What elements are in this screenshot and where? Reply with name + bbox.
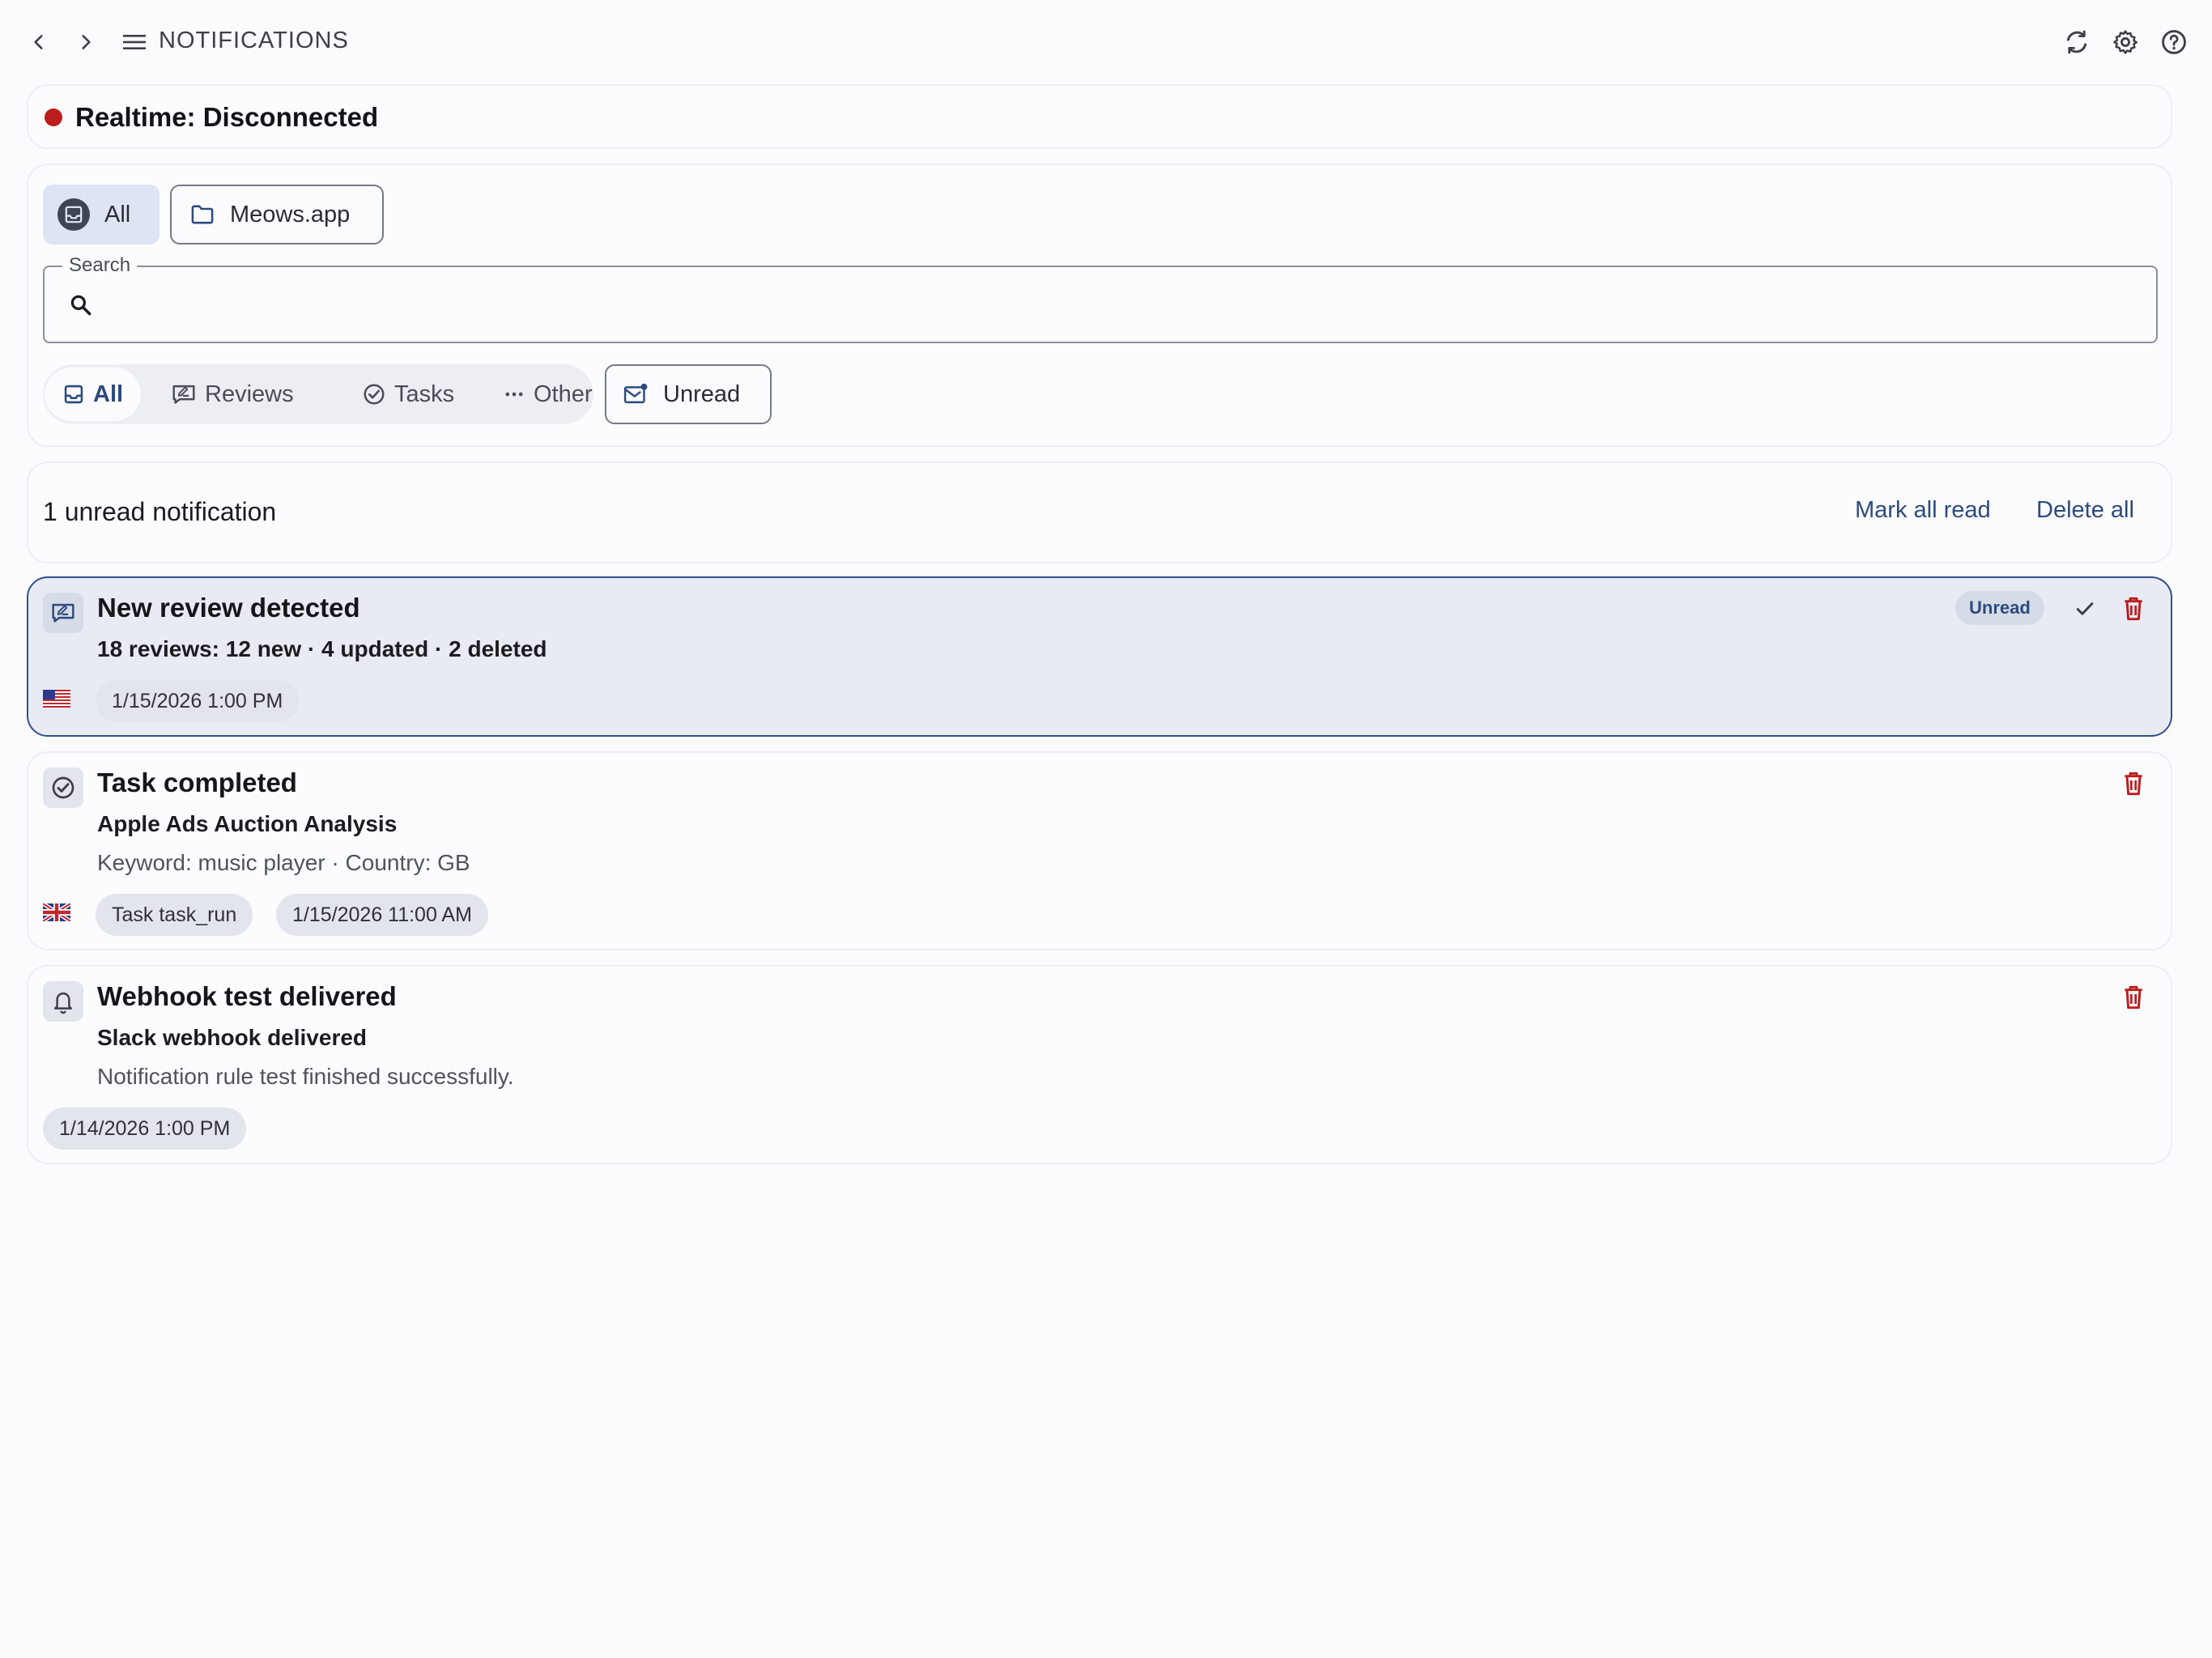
unread-mail-icon — [623, 382, 649, 406]
us-flag-icon: US — [43, 690, 70, 708]
notification-title: New review detected — [97, 593, 360, 623]
search-input[interactable] — [109, 285, 2133, 325]
category-filter: All Reviews Tasks Other — [43, 364, 593, 424]
filter-other[interactable]: Other — [503, 368, 593, 421]
mark-all-read-button[interactable]: Mark all read — [1855, 497, 1991, 524]
chevron-right-icon[interactable] — [68, 24, 104, 60]
status-dot — [45, 108, 62, 126]
review-icon — [43, 593, 83, 633]
inbox-avatar-icon — [57, 198, 90, 231]
review-icon — [171, 383, 197, 406]
notification-item[interactable]: New review detected 18 reviews: 12 new ·… — [27, 576, 2172, 737]
more-icon — [503, 383, 525, 406]
unread-toggle[interactable]: Unread — [605, 364, 772, 424]
timestamp-tag: 1/14/2026 1:00 PM — [43, 1107, 247, 1150]
notification-description: Keyword: music player · Country: GB — [97, 850, 470, 875]
refresh-icon[interactable] — [2059, 24, 2095, 60]
trash-icon[interactable] — [2116, 980, 2151, 1015]
bell-icon — [43, 981, 83, 1022]
top-bar: NOTIFICATIONS — [0, 0, 2212, 84]
gb-flag-icon: GB — [43, 903, 70, 921]
unread-count: 1 unread notification — [43, 497, 277, 526]
notification-subtitle: Slack webhook delivered — [97, 1025, 368, 1050]
filter-tasks[interactable]: Tasks — [362, 368, 454, 421]
folder-icon — [189, 203, 215, 226]
filter-all-label: All — [93, 380, 124, 407]
realtime-status: Realtime: Disconnected — [75, 102, 379, 132]
realtime-status-card: Realtime: Disconnected — [27, 84, 2172, 149]
search-field[interactable]: Search — [43, 254, 2158, 343]
filter-all[interactable]: All — [45, 368, 142, 421]
search-label: Search — [62, 254, 138, 277]
notification-subtitle: 18 reviews: 12 new · 4 updated · 2 delet… — [97, 636, 547, 661]
chevron-left-icon[interactable] — [21, 24, 57, 60]
filter-tasks-label: Tasks — [394, 380, 455, 407]
workspace-meows-label: Meows.app — [230, 201, 351, 227]
gear-icon[interactable] — [2108, 24, 2143, 60]
timestamp-tag: 1/15/2026 11:00 AM — [276, 894, 488, 936]
unread-toggle-label: Unread — [663, 380, 741, 407]
notification-title: Webhook test delivered — [97, 981, 397, 1011]
mark-read-button[interactable] — [2067, 591, 2103, 627]
page-title: NOTIFICATIONS — [159, 28, 349, 53]
filters-card: All Meows.app Search All Reviews Tasks O… — [27, 164, 2172, 447]
search-icon — [69, 293, 93, 317]
timestamp-tag: 1/15/2026 1:00 PM — [96, 680, 300, 722]
notification-description: Notification rule test finished successf… — [97, 1064, 514, 1089]
notification-subtitle: Apple Ads Auction Analysis — [97, 811, 398, 836]
workspace-all-label: All — [104, 201, 131, 227]
filter-reviews-label: Reviews — [205, 380, 294, 407]
task-tag: Task task_run — [96, 894, 253, 936]
workspace-all-chip[interactable]: All — [43, 185, 160, 244]
trash-icon[interactable] — [2116, 591, 2151, 627]
notification-item[interactable]: Webhook test delivered Slack webhook del… — [27, 965, 2172, 1164]
check-circle-icon — [362, 382, 386, 406]
notification-item[interactable]: Task completed Apple Ads Auction Analysi… — [27, 751, 2172, 950]
help-icon[interactable] — [2156, 24, 2192, 60]
filter-reviews[interactable]: Reviews — [171, 368, 294, 421]
menu-icon[interactable] — [117, 24, 152, 60]
trash-icon[interactable] — [2116, 766, 2151, 801]
unread-badge: Unread — [1955, 591, 2044, 625]
check-circle-icon — [43, 767, 83, 808]
delete-all-button[interactable]: Delete all — [2036, 497, 2134, 524]
filter-other-label: Other — [534, 380, 593, 407]
workspace-meows-chip[interactable]: Meows.app — [170, 185, 384, 244]
inbox-icon — [62, 383, 85, 406]
notification-title: Task completed — [97, 767, 297, 797]
summary-card: 1 unread notification Mark all read Dele… — [27, 461, 2172, 563]
